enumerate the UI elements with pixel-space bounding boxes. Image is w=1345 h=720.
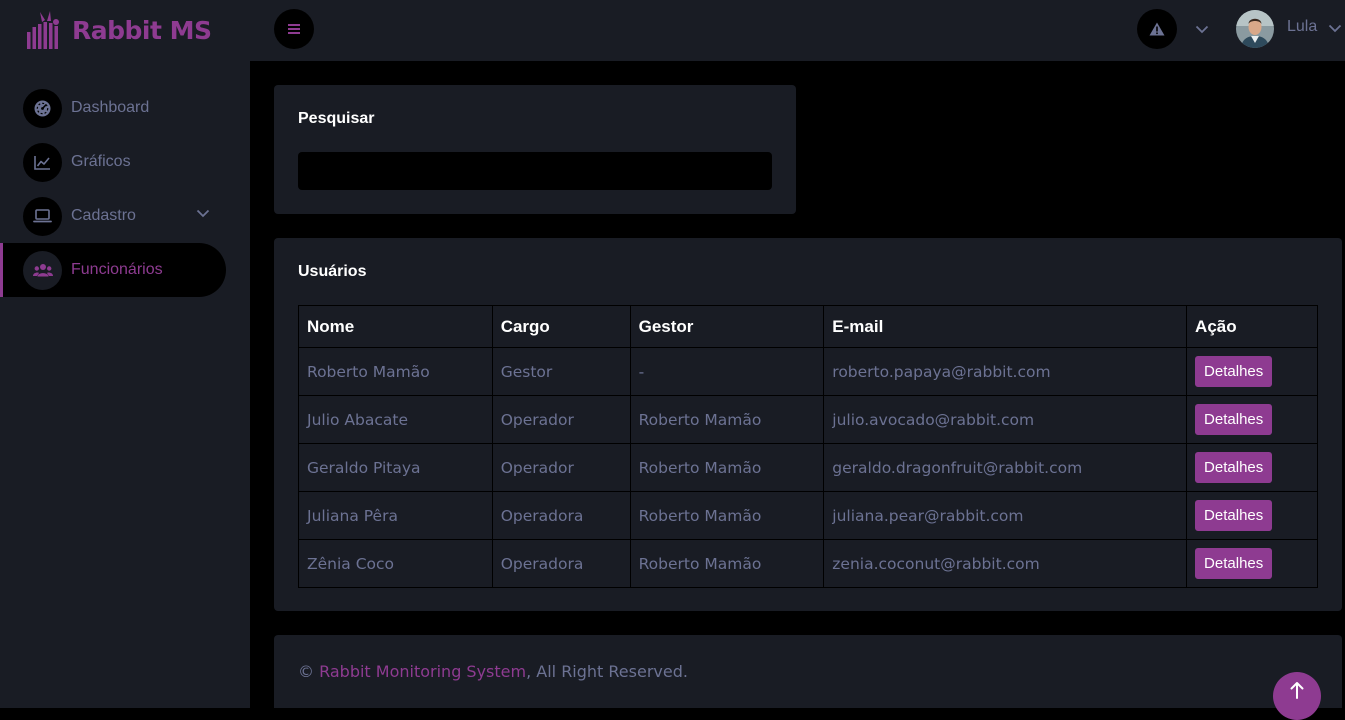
cell-acao: Detalhes <box>1186 539 1318 588</box>
sidebar-item-graficos[interactable]: Gráficos <box>0 135 250 189</box>
table-row: Geraldo Pitaya Operador Roberto Mamão ge… <box>298 443 1318 492</box>
cell-gestor: Roberto Mamão <box>629 443 825 492</box>
cell-nome: Julio Abacate <box>298 395 493 444</box>
warning-icon <box>1149 22 1165 36</box>
users-card: Usuários Nome Cargo Gestor E-mail Ação R… <box>274 238 1342 611</box>
users-icon <box>23 250 62 290</box>
cell-email: roberto.papaya@rabbit.com <box>823 347 1188 396</box>
cell-email: julio.avocado@rabbit.com <box>823 395 1188 444</box>
chevron-down-icon[interactable] <box>1195 25 1209 34</box>
details-button[interactable]: Detalhes <box>1195 452 1273 483</box>
column-header-gestor: Gestor <box>629 305 825 348</box>
details-button[interactable]: Detalhes <box>1195 404 1273 435</box>
users-table: Nome Cargo Gestor E-mail Ação Roberto Ma… <box>298 305 1318 588</box>
cell-acao: Detalhes <box>1186 491 1318 540</box>
cell-email: geraldo.dragonfruit@rabbit.com <box>823 443 1188 492</box>
cell-gestor: - <box>629 347 825 396</box>
cell-cargo: Operador <box>491 395 631 444</box>
details-button[interactable]: Detalhes <box>1195 500 1273 531</box>
details-button[interactable]: Detalhes <box>1195 356 1273 387</box>
sidebar-item-label: Dashboard <box>71 99 150 116</box>
cell-gestor: Roberto Mamão <box>629 395 825 444</box>
chevron-down-icon <box>196 209 210 218</box>
search-input[interactable] <box>298 152 772 190</box>
sidebar: Rabbit MS Dashboard Gráficos Cadastro Fu… <box>0 0 250 708</box>
arrow-up-icon <box>1290 682 1304 699</box>
cell-cargo: Gestor <box>491 347 631 396</box>
cell-nome: Geraldo Pitaya <box>298 443 493 492</box>
topbar: Lula <box>250 0 1345 61</box>
cell-cargo: Operadora <box>491 491 631 540</box>
footer-suffix: , All Right Reserved. <box>526 662 688 681</box>
footer-card: © Rabbit Monitoring System, All Right Re… <box>274 635 1342 708</box>
cell-nome: Roberto Mamão <box>298 347 493 396</box>
footer-link[interactable]: Rabbit Monitoring System <box>319 662 526 681</box>
rabbit-logo-icon <box>27 11 59 49</box>
line-chart-icon <box>23 142 62 182</box>
avatar[interactable] <box>1236 10 1274 48</box>
table-row: Julio Abacate Operador Roberto Mamão jul… <box>298 395 1318 444</box>
search-card: Pesquisar <box>274 85 796 214</box>
cell-nome: Zênia Coco <box>298 539 493 588</box>
sidebar-toggle-button[interactable] <box>274 9 314 49</box>
brand[interactable]: Rabbit MS <box>26 10 212 50</box>
cell-cargo: Operadora <box>491 539 631 588</box>
laptop-icon <box>23 196 62 236</box>
table-row: Zênia Coco Operadora Roberto Mamão zenia… <box>298 539 1318 588</box>
back-to-top-button[interactable] <box>1273 672 1321 720</box>
cell-email: zenia.coconut@rabbit.com <box>823 539 1188 588</box>
sidebar-item-label: Gráficos <box>71 153 131 170</box>
sidebar-item-label: Cadastro <box>71 207 136 224</box>
column-header-nome: Nome <box>298 305 493 348</box>
cell-acao: Detalhes <box>1186 395 1318 444</box>
sidebar-item-funcionarios[interactable]: Funcionários <box>0 243 226 297</box>
details-button[interactable]: Detalhes <box>1195 548 1273 579</box>
table-row: Roberto Mamão Gestor - roberto.papaya@ra… <box>298 347 1318 396</box>
speedometer-icon <box>23 88 62 128</box>
search-title: Pesquisar <box>298 110 375 127</box>
column-header-cargo: Cargo <box>491 305 631 348</box>
alerts-button[interactable] <box>1137 9 1177 49</box>
column-header-email: E-mail <box>823 305 1188 348</box>
brand-name: Rabbit MS <box>72 15 212 45</box>
footer-prefix: © <box>298 662 320 681</box>
column-header-acao: Ação <box>1186 305 1318 348</box>
chevron-down-icon[interactable] <box>1328 24 1342 33</box>
cell-cargo: Operador <box>491 443 631 492</box>
users-title: Usuários <box>298 263 367 280</box>
sidebar-item-dashboard[interactable]: Dashboard <box>0 81 250 135</box>
sidebar-item-label: Funcionários <box>71 261 163 278</box>
cell-gestor: Roberto Mamão <box>629 539 825 588</box>
cell-acao: Detalhes <box>1186 347 1318 396</box>
cell-nome: Juliana Pêra <box>298 491 493 540</box>
cell-email: juliana.pear@rabbit.com <box>823 491 1188 540</box>
user-name[interactable]: Lula <box>1287 18 1317 36</box>
sidebar-item-cadastro[interactable]: Cadastro <box>0 189 250 243</box>
cell-gestor: Roberto Mamão <box>629 491 825 540</box>
footer-text: © Rabbit Monitoring System, All Right Re… <box>298 662 688 681</box>
hamburger-icon <box>288 24 300 34</box>
cell-acao: Detalhes <box>1186 443 1318 492</box>
table-header-row: Nome Cargo Gestor E-mail Ação <box>298 305 1318 348</box>
table-row: Juliana Pêra Operadora Roberto Mamão jul… <box>298 491 1318 540</box>
sidebar-nav: Dashboard Gráficos Cadastro Funcionários <box>0 81 250 297</box>
